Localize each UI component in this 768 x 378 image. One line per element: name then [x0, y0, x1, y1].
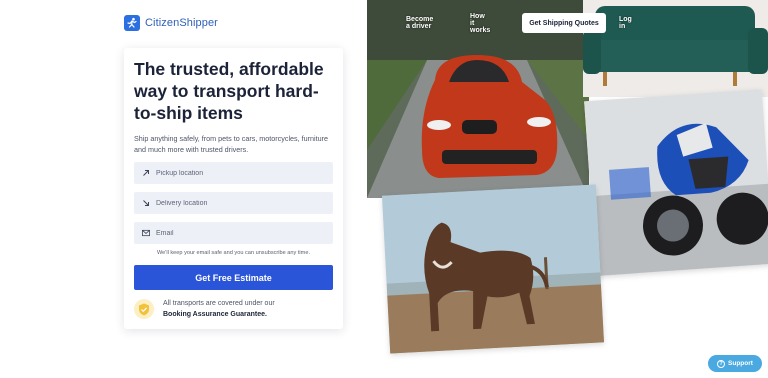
support-button[interactable]: ? Support — [708, 355, 762, 372]
brand-name: CitizenShipper — [145, 17, 218, 29]
runner-logo-icon — [124, 15, 140, 31]
envelope-icon — [142, 229, 150, 237]
delivery-input[interactable] — [156, 199, 316, 207]
motorcycle-photo — [584, 89, 768, 276]
pickup-field[interactable] — [134, 162, 333, 184]
guarantee-block: All transports are covered under our Boo… — [134, 298, 275, 320]
get-free-estimate-button[interactable]: Get Free Estimate — [134, 265, 333, 290]
hero-subtext: Ship anything safely, from pets to cars,… — [134, 134, 329, 154]
delivery-field[interactable] — [134, 192, 333, 214]
dog-photo — [382, 184, 604, 354]
get-shipping-quotes-button[interactable]: Get Shipping Quotes — [522, 13, 606, 33]
privacy-note: We'll keep your email safe and you can u… — [156, 250, 310, 256]
guarantee-link[interactable]: Booking Assurance Guarantee. — [163, 311, 267, 318]
support-label: Support — [728, 360, 753, 367]
estimate-card: The trusted, affordable way to transport… — [124, 48, 343, 329]
nav-login[interactable]: Log in — [619, 16, 632, 30]
guarantee-line-1: All transports are covered under our — [163, 300, 275, 307]
pickup-input[interactable] — [156, 169, 316, 177]
help-icon: ? — [717, 359, 726, 368]
couch-photo — [583, 0, 768, 97]
nav-become-driver[interactable]: Become a driver — [406, 16, 433, 30]
brand-logo[interactable]: CitizenShipper — [124, 15, 218, 31]
email-field[interactable] — [134, 222, 333, 244]
nav-how-it-works[interactable]: How it works — [470, 13, 490, 34]
hero-headline: The trusted, affordable way to transport… — [134, 59, 324, 123]
arrow-down-right-icon — [142, 199, 150, 207]
arrow-up-right-icon — [142, 169, 150, 177]
email-input[interactable] — [156, 229, 316, 237]
shield-check-icon — [134, 299, 154, 319]
guarantee-text: All transports are covered under our Boo… — [163, 298, 275, 320]
